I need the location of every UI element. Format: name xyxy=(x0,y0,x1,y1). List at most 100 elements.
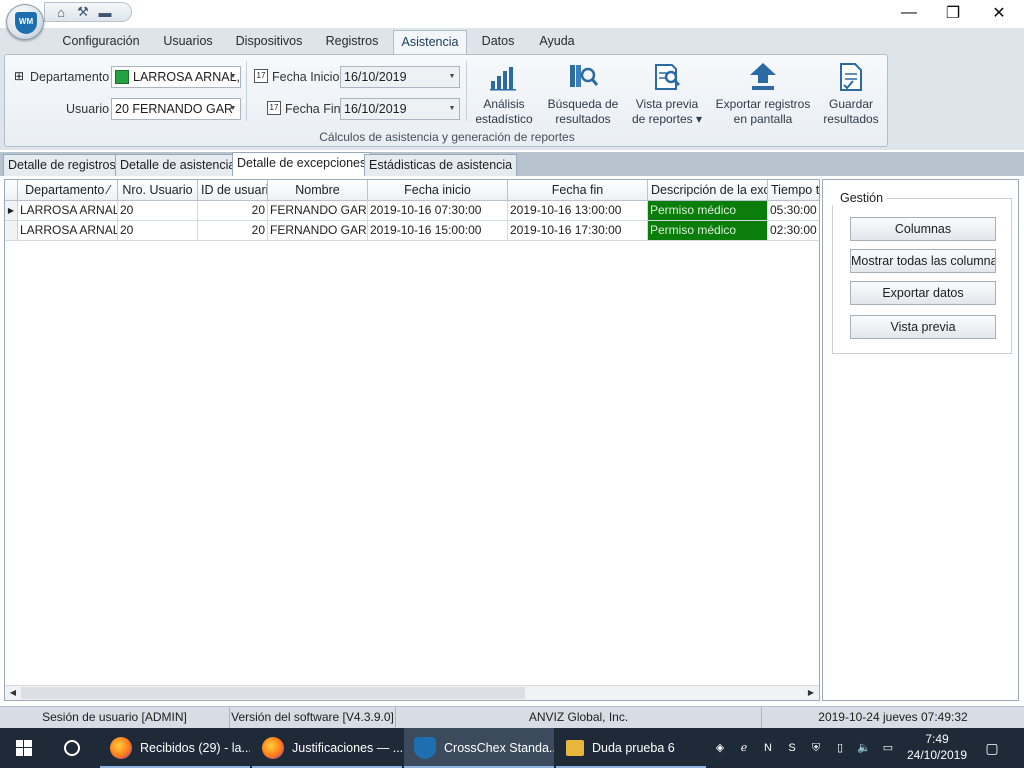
scrollbar-thumb[interactable] xyxy=(21,687,525,699)
exception-type-cell[interactable]: Permiso médico xyxy=(648,201,768,221)
ribbon-panel-asistencia: ⊞ Departamento LARROSA ARNAL, ▼ Usuario … xyxy=(4,54,888,147)
exception-type-cell[interactable]: Permiso médico xyxy=(648,221,768,241)
taskbar-item-label: CrossChex Standa... xyxy=(444,741,554,755)
fecha-inicio-picker[interactable]: 16/10/2019 ▼ xyxy=(340,66,460,88)
vista-previa-button[interactable]: Vista previa xyxy=(850,315,996,339)
taskbar-item-firefox-1[interactable]: Recibidos (29) - la... xyxy=(100,728,250,768)
status-bar: Sesión de usuario [ADMIN] Versión del so… xyxy=(0,706,1024,728)
windows-start-button[interactable] xyxy=(0,728,48,768)
crosschex-tray-icon[interactable]: ◈ xyxy=(712,740,728,756)
home-icon[interactable]: ⌂ xyxy=(53,5,69,20)
table-cell[interactable]: 20 xyxy=(118,201,198,221)
tab-ayuda[interactable]: Ayuda xyxy=(530,30,584,54)
app-logo[interactable]: WM xyxy=(6,4,44,40)
fecha-fin-value: 16/10/2019 xyxy=(344,102,407,116)
notifications-icon[interactable]: ▢ xyxy=(984,740,1000,756)
ribbon-separator xyxy=(246,61,247,121)
ribbon-tab-bar: Configuración Usuarios Dispositivos Regi… xyxy=(0,28,1024,54)
restore-button[interactable]: ❐ xyxy=(930,0,976,26)
edge-icon[interactable]: ℯ xyxy=(736,740,752,756)
exceptions-grid: Departamento ⁄ Nro. Usuario ID de usuari… xyxy=(4,179,820,701)
table-cell[interactable]: 02:30:00 xyxy=(768,221,819,241)
horizontal-scrollbar[interactable]: ◀ ▶ xyxy=(5,685,819,700)
table-cell[interactable]: FERNANDO GARCÍA xyxy=(268,201,368,221)
vista-previa-reportes-button[interactable]: Vista previa de reportes ▾ xyxy=(629,61,705,127)
scroll-left-icon[interactable]: ◀ xyxy=(6,686,20,700)
exportar-datos-button[interactable]: Exportar datos xyxy=(850,281,996,305)
minimize-button[interactable]: — xyxy=(886,0,932,26)
vista-previa-reportes-label: Vista previa de reportes ▾ xyxy=(631,97,703,126)
guardar-resultados-button[interactable]: Guardar resultados xyxy=(820,61,882,127)
tab-detalle-excepciones[interactable]: Detalle de excepciones xyxy=(232,152,372,176)
onenote-icon[interactable]: N xyxy=(760,740,776,756)
mostrar-columnas-button[interactable]: Mostrar todas las columnas xyxy=(850,249,996,273)
col-departamento[interactable]: Departamento ⁄ xyxy=(18,180,118,201)
scroll-right-icon[interactable]: ▶ xyxy=(804,686,818,700)
table-cell[interactable]: 05:30:00 xyxy=(768,201,819,221)
usb-icon[interactable]: ▯ xyxy=(832,740,848,756)
col-nro-usuario[interactable]: Nro. Usuario xyxy=(118,180,198,201)
row-selector-icon[interactable]: ▶ xyxy=(5,201,18,221)
usuario-select[interactable]: 20 FERNANDO GAR ▼ xyxy=(111,98,241,120)
search-button[interactable] xyxy=(48,728,96,768)
table-cell[interactable]: 20 xyxy=(198,221,268,241)
skype-icon[interactable]: S xyxy=(784,740,800,756)
table-cell[interactable]: 2019-10-16 13:00:00 xyxy=(508,201,648,221)
departamento-select[interactable]: LARROSA ARNAL, ▼ xyxy=(111,66,241,88)
fecha-inicio-value: 16/10/2019 xyxy=(344,70,407,84)
taskbar-item-folder[interactable]: Duda prueba 6 xyxy=(556,728,706,768)
volume-icon[interactable]: 🔈 xyxy=(856,740,872,756)
col-descripcion[interactable]: Descripción de la excepción xyxy=(648,180,768,201)
system-clock[interactable]: 7:49 24/10/2019 xyxy=(904,731,970,763)
department-color-icon xyxy=(115,70,129,84)
folder-icon xyxy=(566,740,584,756)
col-fecha-fin[interactable]: Fecha fin xyxy=(508,180,648,201)
table-cell[interactable]: LARROSA ARNAL, xyxy=(18,201,118,221)
tab-detalle-registros[interactable]: Detalle de registros xyxy=(3,154,121,176)
col-fecha-inicio[interactable]: Fecha inicio xyxy=(368,180,508,201)
fecha-fin-picker[interactable]: 16/10/2019 ▼ xyxy=(340,98,460,120)
tab-estadisticas-asistencia[interactable]: Estádisticas de asistencia xyxy=(364,154,518,176)
tab-dispositivos[interactable]: Dispositivos xyxy=(229,30,309,54)
busqueda-resultados-button[interactable]: Búsqueda de resultados xyxy=(544,61,622,127)
tab-detalle-asistencia[interactable]: Detalle de asistencia xyxy=(115,154,241,176)
dropdown-icon[interactable]: ▬ xyxy=(97,5,113,20)
search-books-icon xyxy=(567,61,599,93)
firefox-icon xyxy=(110,737,132,759)
cortana-circle-icon xyxy=(64,740,80,756)
table-cell[interactable]: 2019-10-16 07:30:00 xyxy=(368,201,508,221)
table-cell[interactable]: FERNANDO GARCÍA xyxy=(268,221,368,241)
taskbar-item-firefox-2[interactable]: Justificaciones — ... xyxy=(252,728,402,768)
tab-configuracion[interactable]: Configuración xyxy=(55,30,147,54)
col-id-usuario[interactable]: ID de usuario xyxy=(198,180,268,201)
shield-icon: WM xyxy=(15,12,37,34)
tab-usuarios[interactable]: Usuarios xyxy=(155,30,221,54)
table-cell[interactable]: 2019-10-16 15:00:00 xyxy=(368,221,508,241)
table-cell[interactable]: 2019-10-16 17:30:00 xyxy=(508,221,648,241)
tools-icon[interactable]: ⚒ xyxy=(75,4,91,19)
close-button[interactable]: ✕ xyxy=(976,0,1022,26)
table-cell[interactable]: LARROSA ARNAL, xyxy=(18,221,118,241)
tab-registros[interactable]: Registros xyxy=(318,30,386,54)
taskbar-item-label: Justificaciones — ... xyxy=(292,741,402,755)
columnas-button[interactable]: Columnas xyxy=(850,217,996,241)
title-bar: ⌂ ⚒ ▬ — ❐ ✕ xyxy=(0,0,1024,28)
departamento-value: LARROSA ARNAL, xyxy=(133,70,240,84)
fecha-fin-label: Fecha Fin xyxy=(285,102,341,116)
taskbar-item-crosschex[interactable]: CrossChex Standa... xyxy=(404,728,554,768)
guardar-resultados-label: Guardar resultados xyxy=(823,97,879,126)
tab-asistencia[interactable]: Asistencia xyxy=(393,30,467,54)
exportar-registros-button[interactable]: Exportar registros en pantalla xyxy=(712,61,814,127)
analisis-estadistico-button[interactable]: Análisis estadístico xyxy=(471,61,537,127)
tab-datos[interactable]: Datos xyxy=(474,30,522,54)
table-cell[interactable]: 20 xyxy=(118,221,198,241)
col-tiempo-total[interactable]: Tiempo total xyxy=(768,180,819,201)
network-icon[interactable]: ▭ xyxy=(880,740,896,756)
report-preview-icon xyxy=(651,61,683,93)
fecha-inicio-label: Fecha Inicio xyxy=(272,70,340,84)
security-icon[interactable]: ⛨ xyxy=(808,740,824,756)
row-selector[interactable] xyxy=(5,221,18,241)
quick-access-toolbar: ⌂ ⚒ ▬ xyxy=(44,2,132,22)
col-nombre[interactable]: Nombre xyxy=(268,180,368,201)
table-cell[interactable]: 20 xyxy=(198,201,268,221)
